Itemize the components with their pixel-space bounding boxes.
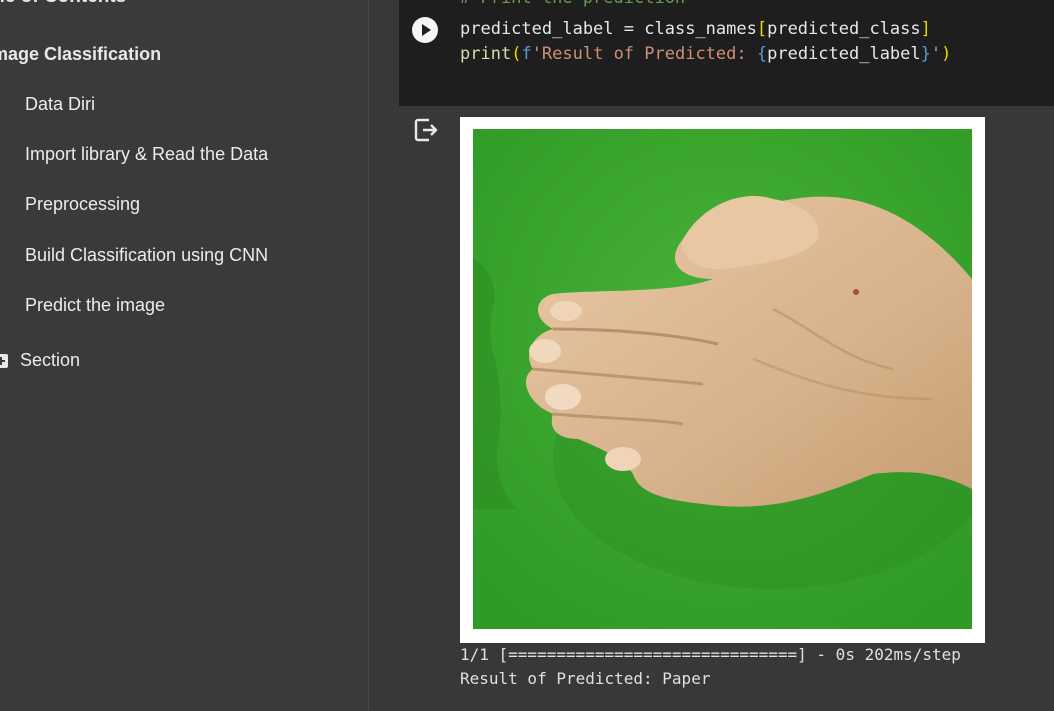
output-actions-button[interactable] (413, 117, 439, 143)
code-token: ) (941, 44, 952, 64)
section-label: Section (20, 350, 81, 370)
code-comment: # Print the prediction (460, 0, 685, 11)
code-token: f (521, 44, 532, 64)
add-section-button[interactable]: Section (0, 350, 80, 371)
output-exit-icon (414, 118, 438, 142)
code-token: ' (930, 44, 942, 64)
code-token: } (920, 44, 931, 64)
toc-item-preprocessing[interactable]: Preprocessing (25, 194, 140, 215)
code-token: class_names (644, 19, 757, 39)
code-token: predicted_class (767, 19, 921, 39)
code-line-2: print(f'Result of Predicted: {predicted_… (460, 42, 951, 67)
code-token: ( (511, 44, 522, 64)
code-token: predicted_label (460, 19, 614, 39)
toc-item-import-library[interactable]: Import library & Read the Data (25, 144, 268, 165)
table-of-contents-panel: ble of Contents mage Classification Data… (0, 0, 368, 711)
toc-item-data-diri[interactable]: Data Diri (25, 94, 95, 115)
plus-square-icon (0, 353, 8, 368)
code-token: ] (920, 19, 931, 39)
toc-heading-image-classification[interactable]: mage Classification (0, 44, 161, 65)
progress-output: 1/1 [==============================] - 0… (460, 645, 961, 664)
code-token: = (613, 19, 645, 39)
toc-item-build-classification[interactable]: Build Classification using CNN (25, 245, 268, 266)
hand-illustration (473, 129, 972, 629)
output-image-frame (460, 117, 985, 643)
code-line-1: predicted_label = class_names[predicted_… (460, 17, 931, 42)
notebook-main: # Print the prediction predicted_label =… (369, 0, 1054, 711)
toc-item-predict-image[interactable]: Predict the image (25, 295, 165, 316)
run-cell-button[interactable] (412, 17, 438, 43)
result-output: Result of Predicted: Paper (460, 669, 711, 688)
code-token: { (756, 44, 768, 64)
code-token: [ (756, 19, 768, 39)
hand-photo (473, 129, 972, 629)
code-token: print (460, 44, 512, 64)
code-token: 'Result of Predicted: (531, 44, 757, 64)
code-token: predicted_label (767, 44, 921, 64)
toc-title: ble of Contents (0, 0, 126, 8)
code-cell[interactable]: # Print the prediction predicted_label =… (399, 0, 1054, 106)
